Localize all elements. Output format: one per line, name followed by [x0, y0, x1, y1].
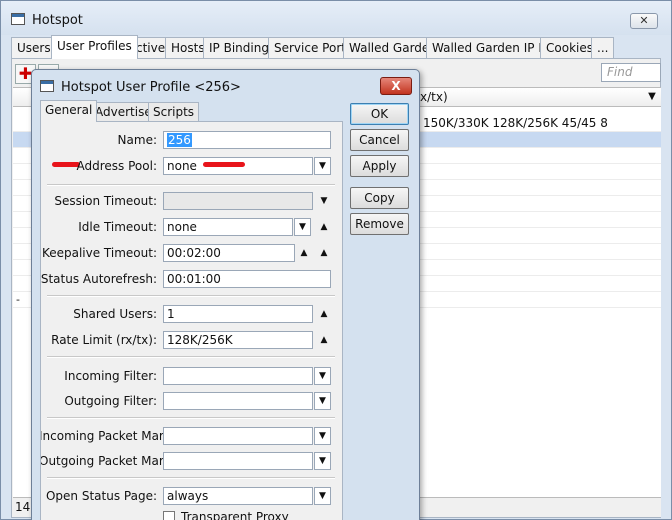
transparent-proxy-checkbox[interactable]: [163, 511, 175, 520]
session-timeout-field[interactable]: [163, 192, 313, 210]
redaction-mark: [203, 162, 245, 167]
idle-timeout-label: Idle Timeout:: [78, 220, 157, 234]
idle-timeout-value: none: [167, 220, 197, 234]
idle-timeout-field[interactable]: none: [163, 218, 293, 236]
chevron-up-icon[interactable]: ▲: [317, 332, 331, 348]
dialog-tabbar: General Advertise Scripts: [40, 100, 340, 122]
chevron-down-icon[interactable]: ▼: [314, 452, 331, 470]
hotspot-titlebar[interactable]: Hotspot ✕: [1, 1, 671, 35]
rate-limit-value: 128K/256K: [167, 333, 233, 347]
close-icon[interactable]: X: [380, 77, 412, 95]
divider: [47, 477, 335, 479]
window-icon: [40, 80, 54, 92]
chevron-down-icon[interactable]: ▼: [317, 193, 331, 209]
chevron-up-icon[interactable]: ▲: [317, 245, 331, 261]
copy-button[interactable]: Copy: [350, 187, 409, 209]
tab-more[interactable]: ...: [591, 37, 615, 59]
divider: [47, 184, 335, 186]
outgoing-packet-mark-select[interactable]: [163, 452, 313, 470]
status-autorefresh-field[interactable]: 00:01:00: [163, 270, 331, 288]
tab-scripts[interactable]: Scripts: [148, 102, 200, 122]
dialog-titlebar[interactable]: Hotspot User Profile <256> X: [32, 70, 419, 100]
chevron-down-icon[interactable]: ▼: [314, 487, 331, 505]
open-status-page-value: always: [167, 489, 209, 503]
tab-users[interactable]: Users: [11, 37, 57, 59]
status-autorefresh-value: 00:01:00: [167, 272, 221, 286]
incoming-packet-mark-select[interactable]: [163, 427, 313, 445]
name-label: Name:: [117, 133, 157, 147]
outgoing-filter-label: Outgoing Filter:: [64, 394, 157, 408]
address-pool-label: Address Pool:: [76, 159, 157, 173]
window-icon: [11, 13, 25, 25]
divider: [47, 356, 335, 358]
table-cell: 150K/330K 128K/256K 45/45 8: [423, 116, 608, 130]
keepalive-timeout-field[interactable]: 00:02:00: [163, 244, 295, 262]
name-field[interactable]: 256: [163, 131, 331, 149]
outgoing-filter-select[interactable]: [163, 392, 313, 410]
keepalive-timeout-value: 00:02:00: [167, 246, 221, 260]
name-value: 256: [167, 133, 192, 147]
transparent-proxy-label: Transparent Proxy: [181, 510, 289, 520]
chevron-down-icon[interactable]: ▼: [314, 157, 331, 175]
rate-limit-field[interactable]: 128K/256K: [163, 331, 313, 349]
find-input[interactable]: Find: [601, 63, 661, 82]
shared-users-value: 1: [167, 307, 175, 321]
chevron-up-icon[interactable]: ▲: [297, 245, 311, 261]
dialog-title: Hotspot User Profile <256>: [61, 80, 241, 95]
tab-user-profiles[interactable]: User Profiles: [51, 35, 138, 59]
remove-button[interactable]: Remove: [350, 213, 409, 235]
chevron-down-icon[interactable]: ▼: [294, 218, 311, 236]
chevron-up-icon[interactable]: ▲: [317, 219, 331, 235]
session-timeout-label: Session Timeout:: [54, 194, 157, 208]
shared-users-label: Shared Users:: [73, 307, 157, 321]
row-marker: -: [16, 293, 20, 306]
incoming-filter-select[interactable]: [163, 367, 313, 385]
open-status-page-select[interactable]: always: [163, 487, 313, 505]
window-title: Hotspot: [32, 13, 83, 28]
address-pool-value: none: [167, 159, 197, 173]
apply-button[interactable]: Apply: [350, 155, 409, 177]
cancel-button[interactable]: Cancel: [350, 129, 409, 151]
chevron-up-icon[interactable]: ▲: [317, 306, 331, 322]
general-tab-panel: Name: 256 Address Pool: none ▼ Session T…: [40, 121, 343, 520]
open-status-page-label: Open Status Page:: [45, 489, 157, 503]
chevron-down-icon[interactable]: ▼: [314, 427, 331, 445]
column-header-rate-limit[interactable]: x/tx): [420, 90, 448, 104]
column-menu-icon[interactable]: ▼: [644, 89, 660, 105]
close-icon[interactable]: ✕: [630, 13, 658, 29]
rate-limit-label: Rate Limit (rx/tx):: [51, 333, 157, 347]
keepalive-timeout-label: Keepalive Timeout:: [41, 246, 157, 260]
divider: [47, 417, 335, 419]
outgoing-packet-mark-label: Outgoing Packet Mark:: [40, 454, 175, 468]
incoming-filter-label: Incoming Filter:: [64, 369, 157, 383]
shared-users-field[interactable]: 1: [163, 305, 313, 323]
incoming-packet-mark-label: Incoming Packet Mark:: [40, 429, 175, 443]
chevron-down-icon[interactable]: ▼: [314, 367, 331, 385]
divider: [47, 295, 335, 297]
tab-general[interactable]: General: [40, 100, 98, 122]
hotspot-tabbar: Users User Profiles Active Hosts IP Bind…: [11, 35, 661, 59]
chevron-down-icon[interactable]: ▼: [314, 392, 331, 410]
ok-button[interactable]: OK: [350, 103, 409, 125]
user-profile-dialog: Hotspot User Profile <256> X General Adv…: [31, 69, 420, 520]
status-autorefresh-label: Status Autorefresh:: [40, 272, 157, 286]
tab-advertise[interactable]: Advertise: [90, 102, 157, 122]
